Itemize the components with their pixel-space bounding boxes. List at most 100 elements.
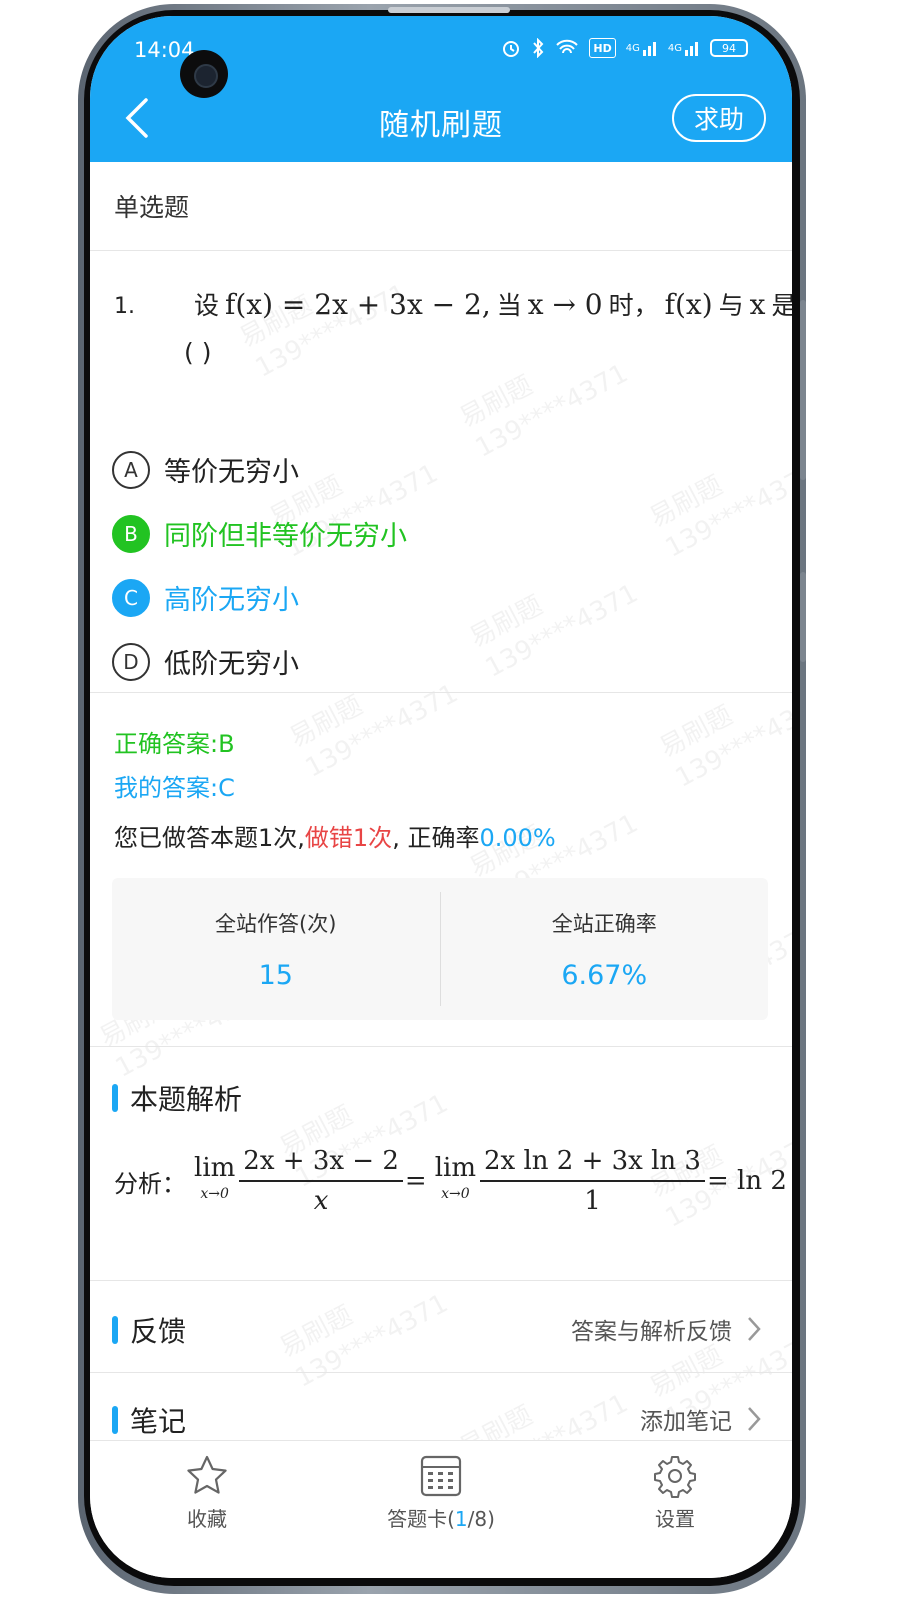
analysis-result: = ln 2 + ln 3 <box>706 1166 792 1196</box>
stat-value: 6.67% <box>561 959 648 991</box>
option-b[interactable]: B 同阶但非等价无穷小 <box>112 514 407 553</box>
front-camera <box>180 50 228 98</box>
gear-icon <box>654 1456 696 1498</box>
signal-icon-1: 4G <box>626 38 658 58</box>
option-d[interactable]: D 低阶无穷小 <box>112 642 299 681</box>
limit-symbol: lim x→0 <box>434 1153 476 1202</box>
site-accuracy: 全站正确率 6.67% <box>441 878 769 1020</box>
battery-icon: 94 <box>710 39 748 57</box>
watermark: 易刷题139****4371 <box>654 688 792 794</box>
divider <box>90 1280 792 1281</box>
nav-label: 收藏 <box>187 1507 227 1531</box>
phone-speaker <box>388 7 510 13</box>
bluetooth-icon <box>531 38 545 58</box>
option-a[interactable]: A 等价无穷小 <box>112 450 299 489</box>
section-bar <box>112 1406 118 1434</box>
section-title: 反馈 <box>130 1315 187 1348</box>
watermark: 易刷题139****4371 <box>454 358 633 464</box>
option-text: 等价无穷小 <box>164 457 299 488</box>
volume-button <box>800 300 806 480</box>
equals: = <box>404 1166 427 1196</box>
answer-card-icon <box>420 1455 462 1497</box>
fraction: 2x + 3x − 2x <box>239 1146 403 1216</box>
watermark: 易刷题139****4371 <box>464 578 643 684</box>
question-content[interactable]: 易刷题 139****4371 易刷题 139****4371 易刷题 139****… <box>90 162 792 1440</box>
app-screen: 14:04 HD 4G 4G 94 随机刷题 求助 易刷题 139****437… <box>90 16 792 1578</box>
divider <box>90 1046 792 1047</box>
analysis-body: 分析： lim x→0 2x + 3x − 2x = lim x→0 2x ln 2… <box>114 1146 792 1216</box>
question-type: 单选题 <box>114 193 190 222</box>
watermark: 易刷题139****4371 <box>274 1288 453 1394</box>
nav-label: 设置 <box>655 1507 695 1531</box>
watermark: 易刷题139****4371 <box>284 678 463 784</box>
stem-text: 是 <box>771 291 792 320</box>
option-text: 同阶但非等价无穷小 <box>164 521 407 552</box>
divider <box>90 692 792 693</box>
stat-value: 15 <box>258 959 293 991</box>
feedback-link[interactable]: 答案与解析反馈 <box>571 1312 762 1346</box>
option-c[interactable]: C 高阶无穷小 <box>112 578 299 617</box>
nav-label: 答题卡(1/8) <box>387 1507 495 1531</box>
bottom-nav: 收藏 答题卡(1/8) 设置 <box>90 1440 792 1578</box>
site-stats-panel: 全站作答(次) 15 全站正确率 6.67% <box>112 878 768 1020</box>
watermark: 易刷题139****4371 <box>454 1388 633 1440</box>
feedback-row[interactable]: 反馈 <box>112 1310 186 1350</box>
stem-text: 时， <box>608 291 659 320</box>
section-title: 笔记 <box>130 1405 187 1438</box>
stem-func: f(x) <box>664 287 713 321</box>
question-number: 1. <box>114 294 135 319</box>
power-button <box>800 572 806 662</box>
stem-prefix: 设 <box>194 291 220 320</box>
add-note-link[interactable]: 添加笔记 <box>640 1402 762 1436</box>
option-letter: B <box>112 514 150 553</box>
stem-var: x <box>749 287 766 321</box>
signal-icon-2: 4G <box>668 38 700 58</box>
option-letter: D <box>112 642 150 681</box>
question-stem: 设 f(x) = 2x + 3x − 2, 当 x → 0 时， f(x) 与 … <box>194 286 792 322</box>
answer-card-button[interactable]: 答题卡(1/8) <box>324 1441 558 1578</box>
fraction: 2x ln 2 + 3x ln 31 <box>479 1146 705 1216</box>
stem-limit: x → 0 <box>527 287 603 321</box>
notes-action: 添加笔记 <box>640 1409 732 1435</box>
divider <box>90 1372 792 1373</box>
analysis-label: 分析： <box>114 1169 186 1198</box>
stats-text: 您已做答本题1次, <box>114 824 305 852</box>
stem-formula: f(x) = 2x + 3x − 2, <box>225 287 491 321</box>
wifi-icon <box>555 38 579 58</box>
stem-text: 当 <box>496 291 522 320</box>
status-icons: HD 4G 4G 94 <box>501 38 748 58</box>
section-bar <box>112 1316 118 1344</box>
option-text: 低阶无穷小 <box>164 649 299 680</box>
my-answer: 我的答案:C <box>114 774 235 802</box>
app-header: 14:04 HD 4G 4G 94 随机刷题 求助 <box>90 16 792 162</box>
notes-row[interactable]: 笔记 <box>112 1400 186 1440</box>
help-button[interactable]: 求助 <box>672 94 766 142</box>
accuracy-rate: 0.00% <box>479 824 556 852</box>
site-attempts: 全站作答(次) 15 <box>112 878 440 1020</box>
chevron-right-icon <box>748 1407 761 1431</box>
section-bar <box>112 1084 118 1112</box>
stat-label: 全站正确率 <box>551 911 657 936</box>
wrong-count: 做错1次 <box>304 824 393 852</box>
limit-symbol: lim x→0 <box>194 1153 236 1202</box>
correct-answer: 正确答案:B <box>114 730 235 758</box>
stem-text: 与 <box>718 291 744 320</box>
alarm-icon <box>501 38 521 58</box>
option-letter: C <box>112 578 150 617</box>
option-text: 高阶无穷小 <box>164 585 299 616</box>
star-icon <box>187 1455 227 1494</box>
settings-button[interactable]: 设置 <box>558 1441 792 1578</box>
section-title: 本题解析 <box>130 1083 243 1116</box>
hd-icon: HD <box>589 38 616 58</box>
watermark: 易刷题139****4371 <box>644 458 792 564</box>
chevron-right-icon <box>748 1317 761 1341</box>
stats-text: , 正确率 <box>392 824 480 852</box>
option-letter: A <box>112 450 150 489</box>
feedback-action: 答案与解析反馈 <box>571 1319 732 1345</box>
favorite-button[interactable]: 收藏 <box>90 1441 324 1578</box>
answer-stats: 您已做答本题1次,做错1次, 正确率0.00% <box>114 818 556 853</box>
analysis-heading: 本题解析 <box>112 1078 242 1118</box>
stat-label: 全站作答(次) <box>215 911 337 936</box>
answer-blank: ( ) <box>184 338 212 367</box>
divider <box>90 250 792 251</box>
